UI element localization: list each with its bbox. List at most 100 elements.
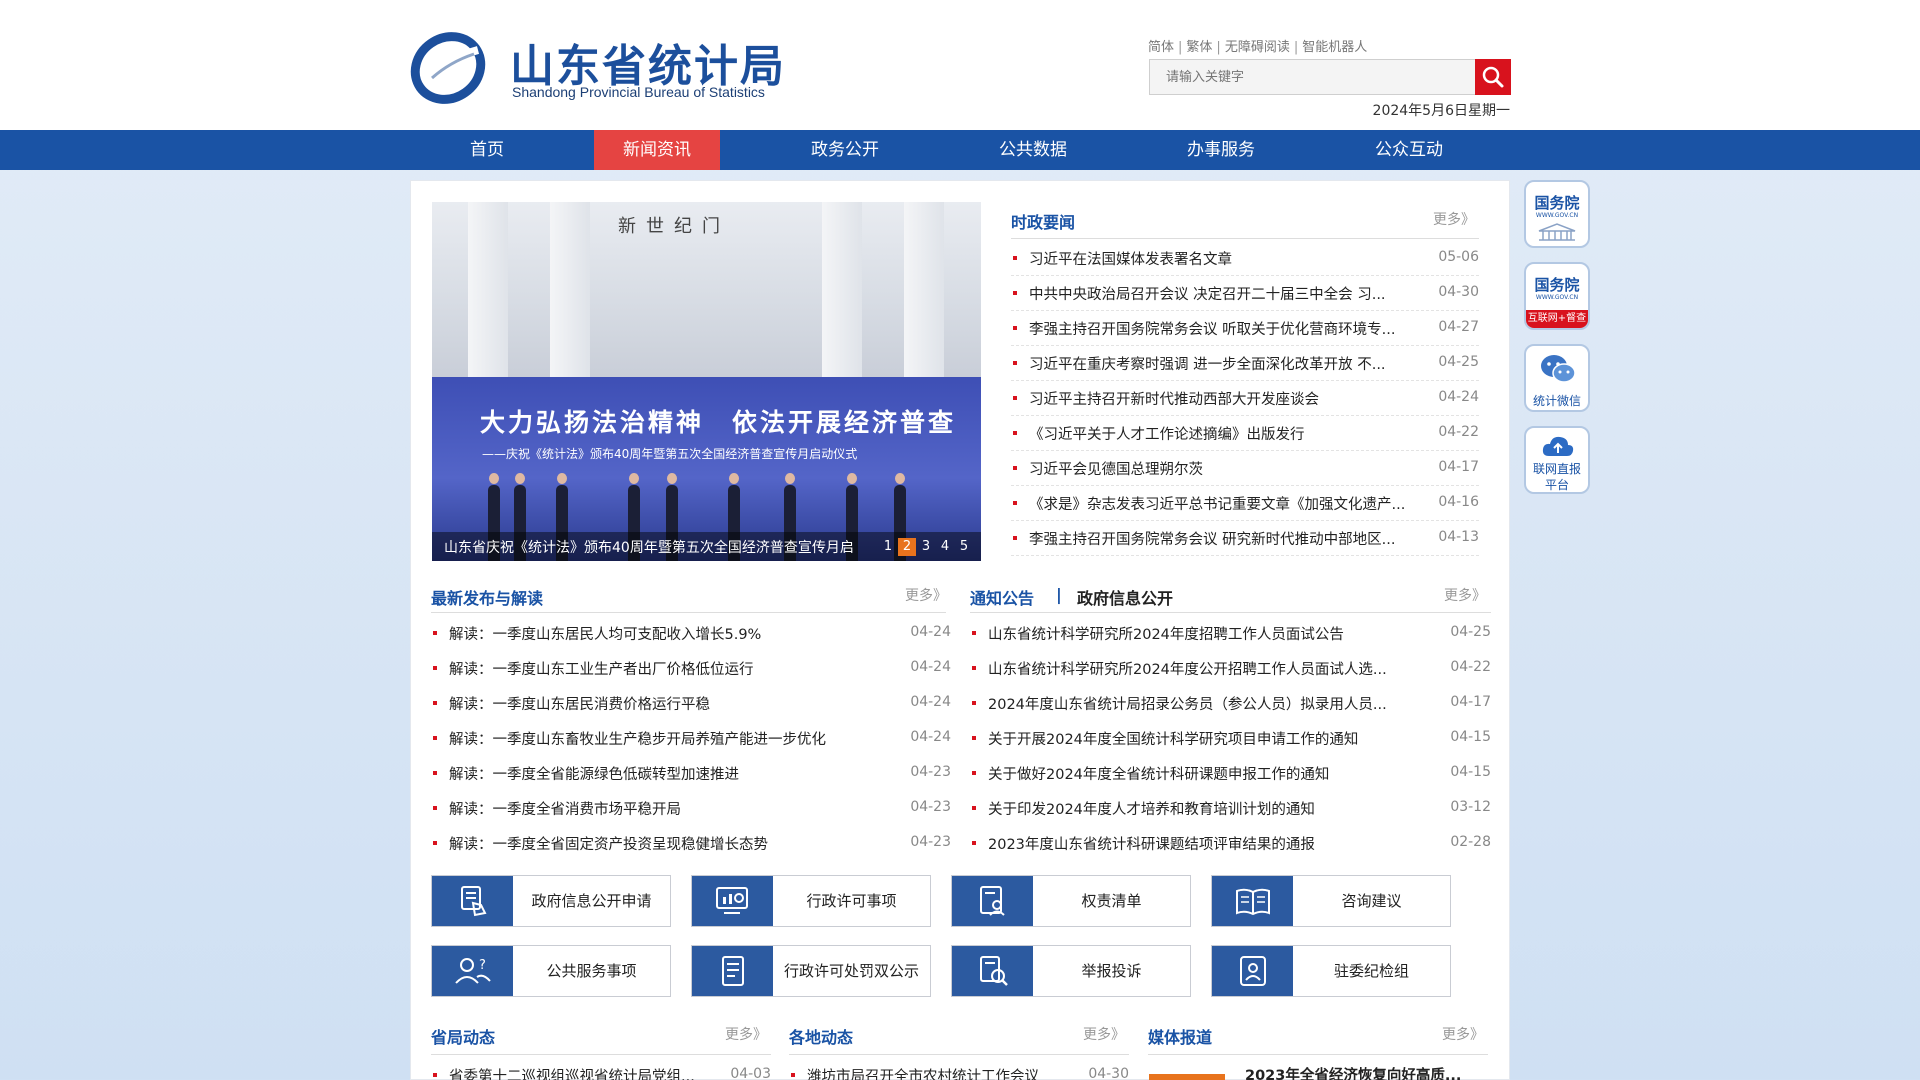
local-news-title[interactable]: 各地动态: [789, 1024, 853, 1048]
nav-news[interactable]: 新闻资讯: [594, 130, 720, 170]
service-gov-info-apply[interactable]: 政府信息公开申请: [431, 875, 671, 927]
list-item[interactable]: 习近平会见德国总理朔尔茨 04-17: [1011, 451, 1479, 486]
list-item[interactable]: 中共中央政治局召开会议 决定召开二十届三中全会 习... 04-30: [1011, 276, 1479, 311]
list-item[interactable]: 解读：一季度全省能源绿色低碳转型加速推进 04-23: [431, 756, 951, 791]
politics-news-title[interactable]: 时政要闻: [1011, 209, 1075, 233]
badge-person-icon: [1212, 946, 1293, 996]
list-item[interactable]: 潍坊市局召开全市农村统计工作会议 04-30: [789, 1058, 1129, 1080]
local-news-more[interactable]: 更多》: [1083, 1024, 1125, 1044]
province-news-title[interactable]: 省局动态: [431, 1024, 495, 1048]
svg-text:?: ?: [479, 958, 486, 973]
online-report-link[interactable]: 联网直报 平台: [1524, 426, 1590, 494]
list-item[interactable]: 解读：一季度山东居民消费价格运行平稳 04-24: [431, 686, 951, 721]
link-robot[interactable]: 智能机器人: [1302, 40, 1367, 55]
item-date: 04-24: [910, 624, 951, 640]
nav-services[interactable]: 办事服务: [1158, 130, 1284, 170]
service-report-complaint[interactable]: 举报投诉: [951, 945, 1191, 997]
tab-notices[interactable]: 通知公告: [970, 585, 1034, 609]
list-item[interactable]: 解读：一季度全省固定资产投资呈现稳健增长态势 04-23: [431, 826, 951, 861]
current-date: 2024年5月6日星期一: [1372, 103, 1510, 119]
list-item[interactable]: 山东省统计科学研究所2024年度招聘工作人员面试公告 04-25: [970, 616, 1491, 651]
list-item[interactable]: 省委第十二巡视组巡视省统计局党组... 04-03: [431, 1058, 771, 1080]
link-accessibility[interactable]: 无障碍阅读: [1225, 40, 1290, 55]
notices-more[interactable]: 更多》: [1444, 585, 1486, 605]
item-title: 2024年度山东省统计局招录公务员（参公人员）拟录用人员...: [988, 697, 1387, 713]
pager-5[interactable]: 5: [955, 538, 973, 556]
list-item[interactable]: 《求是》杂志发表习近平总书记重要文章《加强文化遗产... 04-16: [1011, 486, 1479, 521]
media-reports-title[interactable]: 媒体报道: [1148, 1024, 1212, 1048]
list-item[interactable]: 2024年度山东省统计局招录公务员（参公人员）拟录用人员... 04-17: [970, 686, 1491, 721]
search-box: [1149, 59, 1476, 95]
list-item[interactable]: 习近平在重庆考察时强调 进一步全面深化改革开放 不... 04-25: [1011, 346, 1479, 381]
column: [822, 202, 862, 377]
item-title: 潍坊市局召开全市农村统计工作会议: [807, 1069, 1039, 1080]
list-item[interactable]: 关于印发2024年度人才培养和教育培训计划的通知 03-12: [970, 791, 1491, 826]
list-item[interactable]: 解读：一季度山东工业生产者出厂价格低位运行 04-24: [431, 651, 951, 686]
search-icon: [1482, 66, 1504, 88]
list-item[interactable]: 李强主持召开国务院常务会议 研究新时代推动中部地区... 04-13: [1011, 521, 1479, 556]
list-item[interactable]: 解读：一季度山东畜牧业生产稳步开局养殖产能进一步优化 04-24: [431, 721, 951, 756]
gate-text: 新世纪门: [618, 216, 730, 237]
separator: |: [1178, 40, 1183, 55]
list-item[interactable]: 解读：一季度山东居民人均可支配收入增长5.9% 04-24: [431, 616, 951, 651]
link-traditional[interactable]: 繁体: [1186, 40, 1212, 55]
bullet: [433, 1073, 437, 1077]
list-item[interactable]: 关于做好2024年度全省统计科研课题申报工作的通知 04-15: [970, 756, 1491, 791]
slide-caption[interactable]: 山东省庆祝《统计法》颁布40周年暨第五次全国经济普查宣传月启: [444, 537, 884, 557]
pager-4[interactable]: 4: [936, 538, 954, 556]
media-thumbnail[interactable]: [1149, 1074, 1225, 1080]
list-item[interactable]: 《习近平关于人才工作论述摘编》出版发行 04-22: [1011, 416, 1479, 451]
news-slider[interactable]: 新世纪门 大力弘扬法治精神 依法开展经济普查 ——庆祝《统计法》颁布40周年暨第…: [432, 202, 981, 561]
nav-public-data[interactable]: 公共数据: [970, 130, 1096, 170]
service-consult[interactable]: 咨询建议: [1211, 875, 1451, 927]
releases-title[interactable]: 最新发布与解读: [431, 585, 543, 609]
bullet: [1013, 396, 1017, 400]
item-date: 04-24: [910, 659, 951, 675]
state-council-link[interactable]: 国务院 WWW.GOV.CN: [1524, 180, 1590, 248]
pager-2[interactable]: 2: [898, 538, 916, 556]
province-news-more[interactable]: 更多》: [725, 1024, 767, 1044]
politics-news-more[interactable]: 更多》: [1433, 209, 1475, 229]
list-item[interactable]: 2023年度山东省统计科研课题结项评审结果的通报 02-28: [970, 826, 1491, 861]
service-discipline-group[interactable]: 驻委纪检组: [1211, 945, 1451, 997]
wechat-link[interactable]: 统计微信: [1524, 344, 1590, 412]
list-item[interactable]: 习近平主持召开新时代推动西部大开发座谈会 04-24: [1011, 381, 1479, 416]
link-simplified[interactable]: 简体: [1148, 40, 1174, 55]
list-item[interactable]: 关于开展2024年度全国统计科学研究项目申请工作的通知 04-15: [970, 721, 1491, 756]
item-title: 山东省统计科学研究所2024年度公开招聘工作人员面试人选...: [988, 662, 1387, 678]
service-public-service[interactable]: ? 公共服务事项: [431, 945, 671, 997]
divider: [431, 612, 946, 613]
service-admin-permit[interactable]: 行政许可事项: [691, 875, 931, 927]
bullet: [972, 771, 976, 775]
site-logo[interactable]: 山东省统计局 Shandong Provincial Bureau of Sta…: [408, 24, 788, 108]
state-council-supervision-link[interactable]: 国务院 WWW.GOV.CN 互联网+督查: [1524, 262, 1590, 330]
releases-more[interactable]: 更多》: [905, 585, 947, 605]
service-responsibility-list[interactable]: 权责清单: [951, 875, 1191, 927]
nav-interaction[interactable]: 公众互动: [1346, 130, 1472, 170]
search-button[interactable]: [1475, 59, 1511, 95]
pager-1[interactable]: 1: [879, 538, 897, 556]
pager-3[interactable]: 3: [917, 538, 935, 556]
notices-list: 山东省统计科学研究所2024年度招聘工作人员面试公告 04-25 山东省统计科学研究…: [970, 616, 1491, 861]
tile-label: 权责清单: [1081, 892, 1142, 910]
bullet: [433, 736, 437, 740]
nav-home[interactable]: 首页: [424, 130, 550, 170]
list-item[interactable]: 习近平在法国媒体发表署名文章 05-06: [1011, 241, 1479, 276]
gov-url: WWW.GOV.CN: [1535, 212, 1579, 219]
tab-gov-info[interactable]: 政府信息公开: [1077, 585, 1173, 609]
bullet: [1013, 256, 1017, 260]
media-headline[interactable]: 2023年全省经济恢复向好高质...: [1245, 1064, 1461, 1080]
item-title: 《求是》杂志发表习近平总书记重要文章《加强文化遗产...: [1029, 497, 1406, 513]
list-item[interactable]: 山东省统计科学研究所2024年度公开招聘工作人员面试人选... 04-22: [970, 651, 1491, 686]
nav-government-affairs[interactable]: 政务公开: [782, 130, 908, 170]
service-double-publicity[interactable]: 行政许可处罚双公示: [691, 945, 931, 997]
item-title: 李强主持召开国务院常务会议 研究新时代推动中部地区...: [1029, 532, 1396, 548]
list-item[interactable]: 李强主持召开国务院常务会议 听取关于优化营商环境专... 04-27: [1011, 311, 1479, 346]
search-input[interactable]: [1150, 60, 1475, 94]
item-title: 习近平会见德国总理朔尔茨: [1029, 462, 1203, 478]
media-reports-more[interactable]: 更多》: [1442, 1024, 1484, 1044]
list-item[interactable]: 解读：一季度全省消费市场平稳开局 04-23: [431, 791, 951, 826]
bullet: [972, 666, 976, 670]
chart-search-icon: [692, 876, 773, 926]
bullet: [433, 666, 437, 670]
